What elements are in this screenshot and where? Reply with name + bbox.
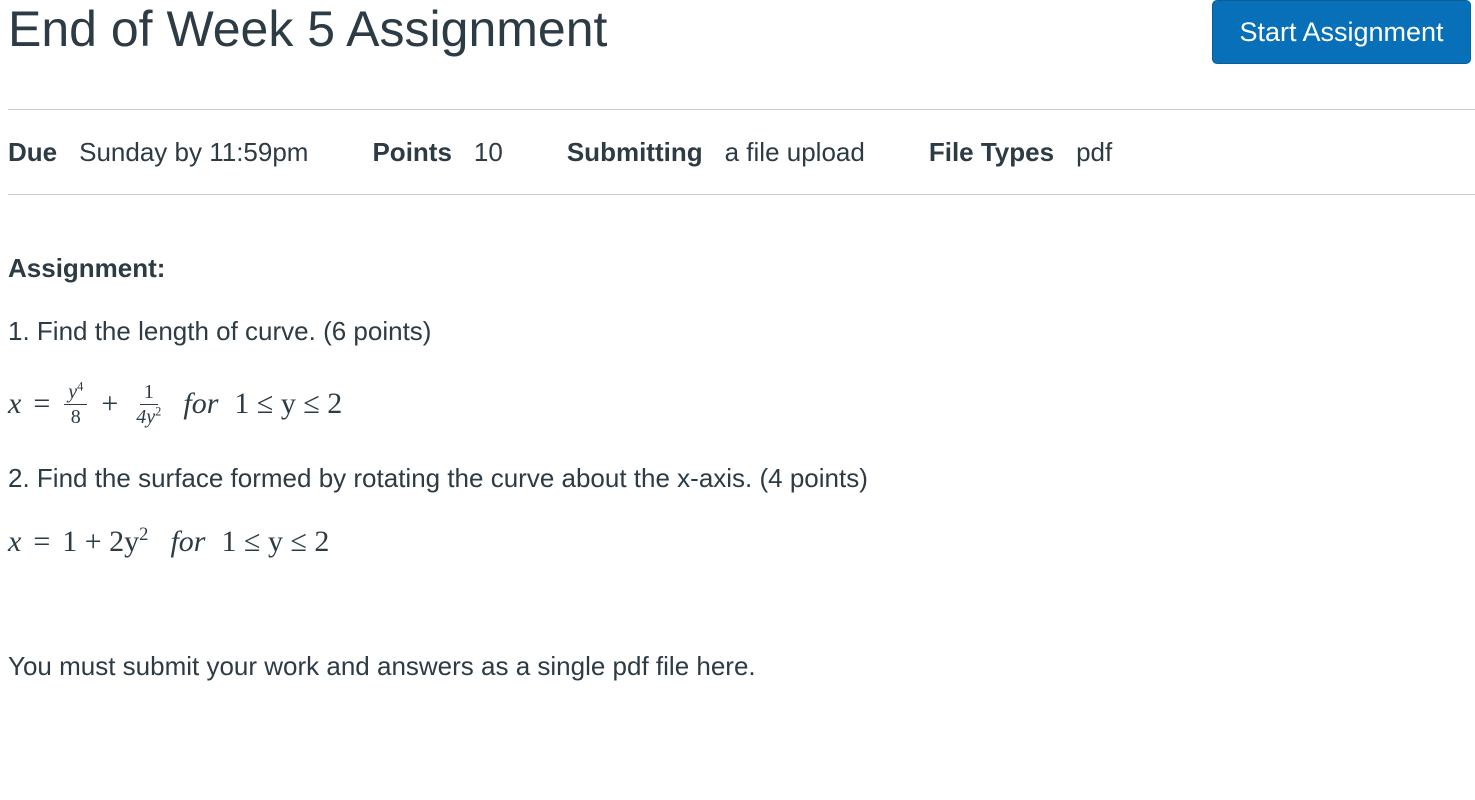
due-value: Sunday by 11:59pm — [79, 136, 309, 167]
submitting-detail: Submitting a file upload — [567, 137, 865, 168]
divider-top — [8, 109, 1475, 110]
submitting-label: Submitting — [566, 136, 703, 167]
due-label: Due — [8, 136, 58, 167]
eq1-frac1-num-exp: 4 — [77, 378, 84, 393]
eq1-fraction-1: y4 8 — [64, 378, 88, 429]
eq1-frac2-denominator: 4y2 — [132, 405, 165, 429]
question-2: 2. Find the surface formed by rotating t… — [8, 463, 868, 493]
eq1-plus: + — [101, 387, 119, 420]
eq1-frac2-den-base: 4y — [136, 405, 156, 428]
assignment-details: Due Sunday by 11:59pm Points 10 Submitti… — [8, 134, 1176, 170]
eq2-lhs: x — [8, 525, 22, 558]
question-1: 1. Find the length of curve. (6 points) — [8, 316, 432, 346]
eq1-equals: = — [33, 387, 51, 420]
eq1-range: 1 ≤ y ≤ 2 — [234, 387, 343, 420]
divider-bottom — [8, 194, 1475, 195]
assignment-page: End of Week 5 Assignment Start Assignmen… — [0, 0, 1475, 800]
eq2-for: for — [170, 525, 206, 558]
start-assignment-button[interactable]: Start Assignment — [1212, 0, 1471, 64]
eq2-range: 1 ≤ y ≤ 2 — [221, 525, 330, 558]
eq1-frac1-num-base: y — [68, 380, 78, 403]
points-label: Points — [372, 136, 452, 167]
eq1-frac2-den-exp: 2 — [155, 403, 162, 418]
file-types-detail: File Types pdf — [929, 137, 1112, 168]
eq1-frac1-numerator: y4 — [64, 378, 88, 405]
equation-1: x = y4 8 + 1 4y2 for 1 ≤ y ≤ 2 — [8, 374, 342, 434]
eq1-for: for — [183, 387, 219, 420]
eq2-rhs: 1 + 2y2 — [62, 525, 148, 559]
eq2-equals: = — [33, 525, 51, 558]
file-types-value: pdf — [1076, 136, 1113, 167]
points-value: 10 — [473, 136, 503, 167]
eq1-lhs: x — [8, 387, 22, 420]
due-detail: Due Sunday by 11:59pm — [8, 137, 308, 168]
eq2-rhs-exp: 2 — [139, 524, 149, 545]
submission-note: You must submit your work and answers as… — [8, 651, 756, 681]
eq1-fraction-2: 1 4y2 — [132, 380, 165, 429]
submitting-value: a file upload — [724, 136, 865, 167]
eq1-frac1-denominator: 8 — [70, 405, 81, 428]
eq1-frac2-numerator: 1 — [139, 380, 158, 405]
equation-2: x = 1 + 2y2 for 1 ≤ y ≤ 2 — [8, 520, 329, 564]
assignment-heading: Assignment: — [8, 253, 166, 283]
file-types-label: File Types — [928, 136, 1055, 167]
page-title: End of Week 5 Assignment — [8, 1, 608, 57]
eq2-rhs-base: 1 + 2y — [62, 525, 140, 558]
points-detail: Points 10 — [372, 137, 502, 168]
